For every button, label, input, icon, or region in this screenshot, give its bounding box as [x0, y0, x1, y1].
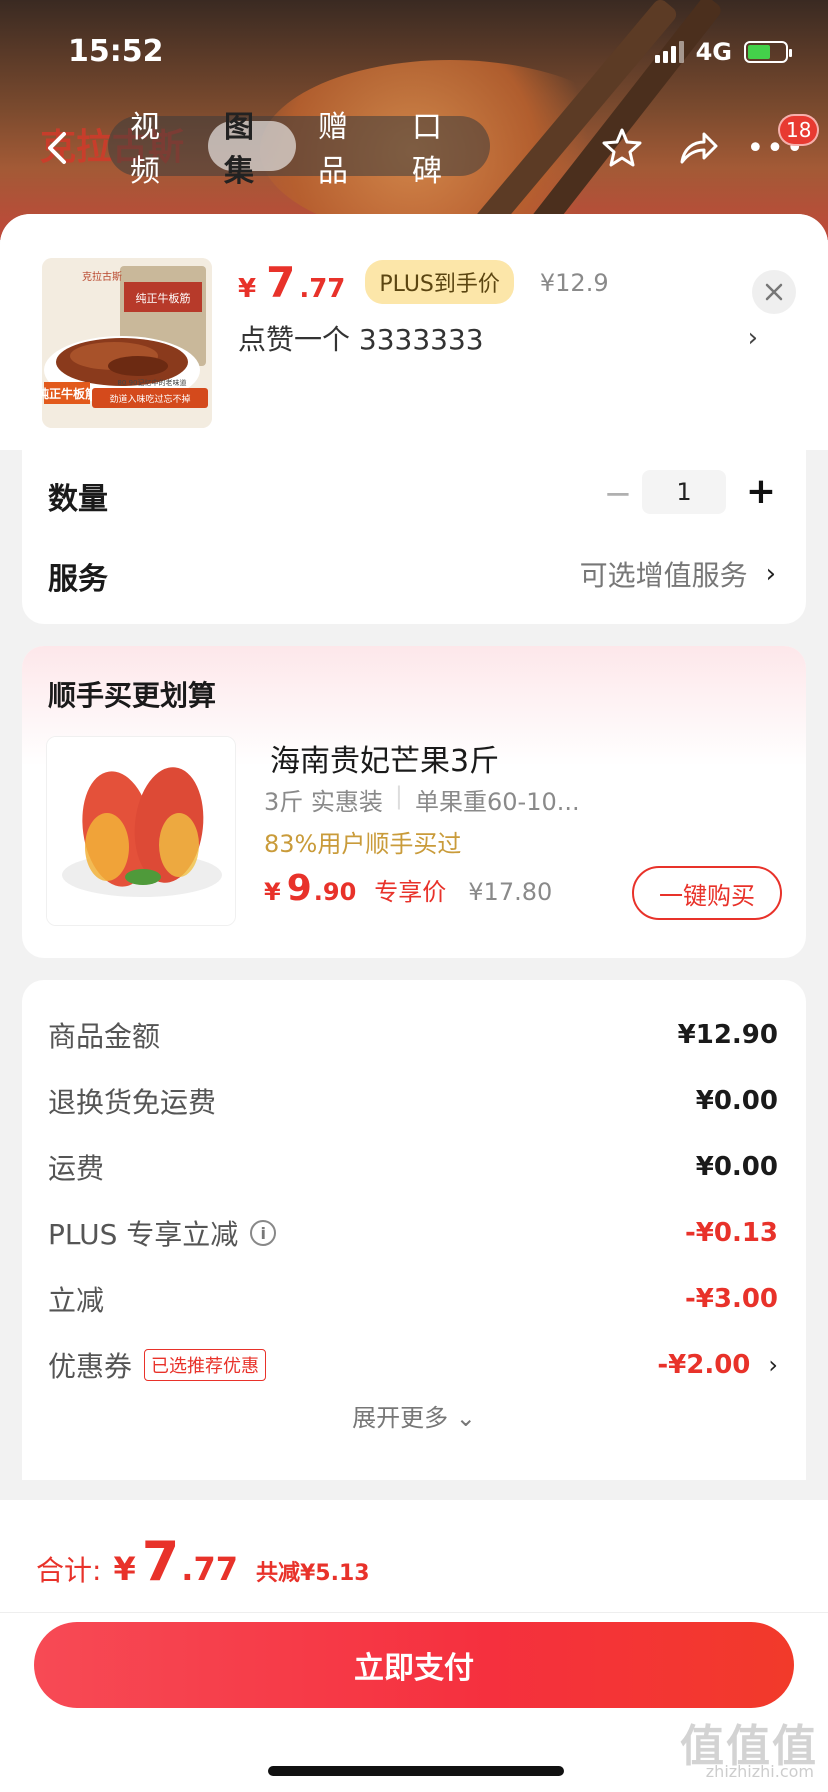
- amount-row: PLUS 专享立减 i -¥0.13: [48, 1208, 778, 1258]
- tab-video[interactable]: 视频: [114, 110, 202, 189]
- chevron-right-icon: ›: [765, 559, 776, 589]
- bundle-original-price: ¥17.80: [468, 878, 553, 906]
- amount-label: 商品金额: [48, 1020, 161, 1053]
- selected-spec-row[interactable]: 点赞一个 3333333 ›: [238, 318, 758, 358]
- gallery-tabs: 视频 图集 赠品 口碑: [108, 110, 490, 189]
- pay-now-button[interactable]: 立即支付: [34, 1622, 794, 1708]
- tab-gallery[interactable]: 图集: [208, 110, 296, 189]
- coupon-value-group: -¥2.00 ›: [657, 1350, 778, 1380]
- quantity-service-card: 数量 − 1 + 服务 可选增值服务 ›: [22, 450, 806, 624]
- status-indicators: 4G: [654, 38, 792, 66]
- total-label: 合计:: [36, 1554, 102, 1587]
- total-decimal: .77: [181, 1550, 238, 1588]
- amount-label-with-info: PLUS 专享立减 i: [48, 1213, 277, 1253]
- amount-label: 退换货免运费: [48, 1086, 217, 1119]
- bundle-spec-weight: 单果重60-10...: [415, 788, 580, 816]
- bundle-price-decimal: .90: [313, 878, 357, 906]
- price-decimal: .77: [299, 274, 346, 304]
- amount-label: 优惠券: [48, 1350, 133, 1383]
- sku-header: 纯正牛板筋 克拉古斯 纯正牛板筋 劲道入味吃过忘不掉 80 90记忆中的老味道 …: [0, 214, 828, 450]
- watermark-url: zhizhizhi.com: [705, 1762, 814, 1781]
- tab-reviews[interactable]: 口碑: [396, 110, 484, 189]
- thumb-tag: 纯正牛板筋: [42, 386, 97, 401]
- quantity-label: 数量: [48, 482, 108, 517]
- bundle-spec-pack: 3斤 实惠装: [264, 788, 383, 816]
- total-row: 合计: ¥7.77 共减¥5.13: [36, 1530, 370, 1593]
- bundle-item-image[interactable]: [46, 736, 236, 926]
- status-bar: 15:52 4G: [0, 0, 828, 100]
- quantity-input[interactable]: 1: [642, 470, 726, 514]
- plus-price-badge: PLUS到手价: [365, 260, 514, 304]
- expand-more-link[interactable]: 展开更多 ⌄: [22, 1398, 806, 1433]
- thumb-sub: 80 90记忆中的老味道: [117, 378, 186, 387]
- message-count-badge: 18: [778, 114, 820, 146]
- service-value: 可选增值服务: [579, 559, 748, 592]
- bundle-title: 顺手买更划算: [48, 679, 217, 712]
- amount-breakdown-card: 商品金额 ¥12.90 退换货免运费 ¥0.00 运费 ¥0.00 PLUS 专…: [22, 980, 806, 1480]
- bundle-price-integer: 9: [286, 868, 312, 909]
- bundle-social-proof: 83%用户顺手买过: [264, 830, 462, 858]
- bundle-price-currency: ¥: [264, 878, 281, 906]
- bundle-item-name[interactable]: 海南贵妃芒果3斤: [270, 736, 499, 780]
- price-currency: ¥: [238, 274, 257, 304]
- coupon-label-group: 优惠券 已选推荐优惠: [48, 1345, 267, 1385]
- favorite-star-icon[interactable]: [598, 124, 646, 172]
- quantity-minus-button[interactable]: −: [596, 472, 640, 516]
- home-indicator[interactable]: [268, 1766, 564, 1776]
- service-label: 服务: [48, 562, 108, 597]
- total-currency: ¥: [113, 1550, 136, 1588]
- amount-value: -¥3.00: [684, 1284, 778, 1314]
- price-row: ¥7.77 PLUS到手价 ¥12.9: [238, 258, 609, 310]
- thumb-brand: 克拉古斯: [82, 270, 122, 283]
- amount-value: ¥0.00: [695, 1152, 778, 1182]
- total-integer: 7: [141, 1530, 180, 1593]
- service-selector[interactable]: 可选增值服务 ›: [580, 554, 776, 594]
- amount-row: 立减 -¥3.00: [48, 1274, 778, 1324]
- back-button[interactable]: [38, 128, 78, 168]
- close-icon: [765, 283, 783, 301]
- selected-spec: 点赞一个 3333333: [238, 323, 484, 356]
- amount-row: 运费 ¥0.00: [48, 1142, 778, 1192]
- amount-label: 立减: [48, 1284, 105, 1317]
- total-saved: 共减¥5.13: [255, 1561, 370, 1586]
- amount-row: 退换货免运费 ¥0.00: [48, 1076, 778, 1126]
- quantity-plus-button[interactable]: +: [738, 468, 784, 514]
- chevron-left-icon: [48, 132, 66, 164]
- coupon-row[interactable]: 优惠券 已选推荐优惠 -¥2.00 ›: [48, 1340, 778, 1390]
- product-thumbnail[interactable]: 纯正牛板筋 克拉古斯 纯正牛板筋 劲道入味吃过忘不掉 80 90记忆中的老味道: [42, 258, 212, 428]
- amount-value: -¥2.00: [657, 1350, 751, 1380]
- chevron-right-icon: ›: [768, 1351, 778, 1379]
- amount-row: 商品金额 ¥12.90: [48, 1010, 778, 1060]
- chevron-right-icon: ›: [747, 323, 758, 353]
- bundle-item-spec: 3斤 实惠装 | 单果重60-10...: [264, 782, 580, 816]
- amount-value: -¥0.13: [684, 1218, 778, 1248]
- amount-label: 运费: [48, 1152, 105, 1185]
- share-icon[interactable]: [674, 124, 722, 172]
- coupon-status-tag: 已选推荐优惠: [144, 1349, 267, 1381]
- price-integer: 7: [266, 258, 296, 307]
- close-button[interactable]: [752, 270, 796, 314]
- one-click-buy-button[interactable]: 一键购买: [632, 866, 782, 920]
- beef-tendon-package-image: 纯正牛板筋 克拉古斯 纯正牛板筋 劲道入味吃过忘不掉 80 90记忆中的老味道: [42, 258, 212, 428]
- battery-icon: [744, 41, 792, 63]
- amount-value: ¥0.00: [695, 1086, 778, 1116]
- original-price: ¥12.9: [539, 269, 609, 297]
- divider: [0, 1612, 828, 1613]
- info-icon[interactable]: i: [250, 1220, 277, 1246]
- signal-icon: [654, 41, 684, 63]
- bundle-price-tag: 专享价: [374, 878, 447, 906]
- bundle-offer-card: 顺手买更划算 海南贵妃芒果3斤 3斤 实惠装 | 单果重60-10... 83%…: [22, 646, 806, 958]
- mango-image: [47, 737, 235, 925]
- network-type: 4G: [695, 38, 732, 66]
- tab-gifts[interactable]: 赠品: [302, 110, 390, 189]
- amount-label: PLUS 专享立减: [48, 1218, 239, 1251]
- status-time: 15:52: [68, 34, 164, 69]
- amount-value: ¥12.90: [677, 1020, 778, 1050]
- thumb-slogan: 劲道入味吃过忘不掉: [109, 393, 190, 405]
- bundle-price-row: ¥9.90 专享价 ¥17.80: [264, 868, 552, 909]
- package-label: 纯正牛板筋: [136, 291, 191, 305]
